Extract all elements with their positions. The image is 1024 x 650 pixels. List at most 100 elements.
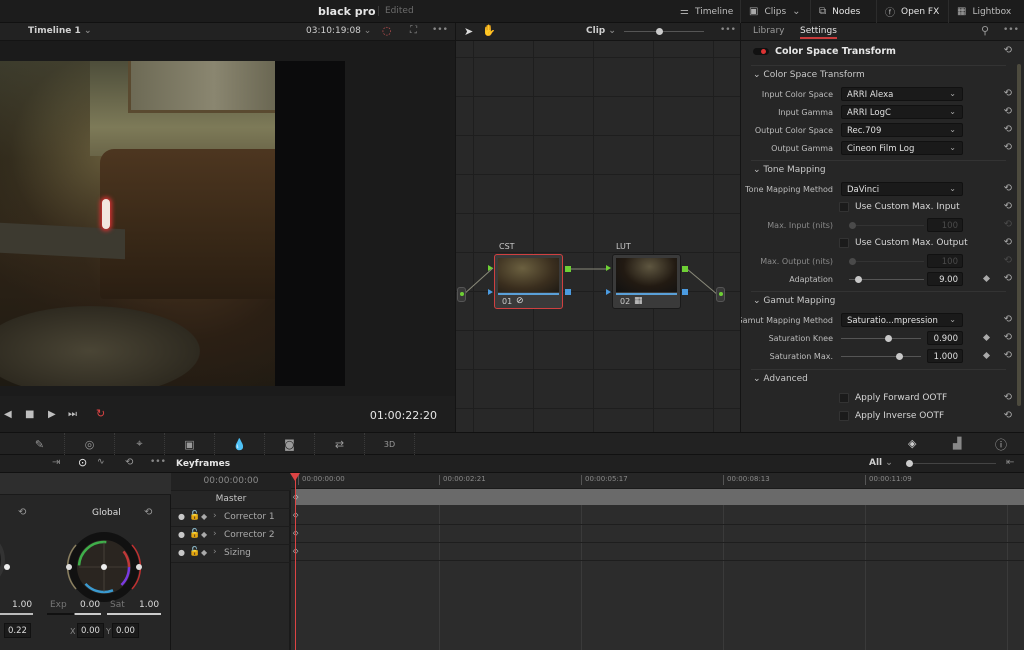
info-icon[interactable]: ⓘ xyxy=(995,436,1007,453)
viewer-image[interactable] xyxy=(0,61,345,386)
reset-icon[interactable]: ⟲ xyxy=(1004,332,1012,343)
saturation-max-knob[interactable] xyxy=(895,353,903,360)
reset-icon[interactable]: ⟲ xyxy=(1004,273,1012,284)
reset-icon[interactable]: ⟲ xyxy=(1004,410,1012,421)
reset-all-icon[interactable]: ⟲ xyxy=(1004,45,1012,56)
more-options-icon[interactable]: ••• xyxy=(150,457,166,467)
master-keyframe-bar[interactable] xyxy=(296,489,1024,505)
tab-settings[interactable]: Settings xyxy=(800,26,837,39)
node-input-key[interactable] xyxy=(488,289,493,295)
left-value[interactable]: 1.00 xyxy=(12,600,32,610)
nav-timeline[interactable]: ⚌ Timeline xyxy=(672,0,741,23)
effect-enable-toggle[interactable] xyxy=(753,48,769,55)
inverse-ootf-checkbox[interactable] xyxy=(839,411,849,421)
reset-icon[interactable]: ⟲ xyxy=(1004,237,1012,248)
next-clip-icon[interactable]: ⏭ xyxy=(68,409,77,420)
left-field[interactable]: 0.22 xyxy=(4,623,31,638)
keyframe-icon[interactable]: ◆ xyxy=(201,530,207,539)
nav-nodes[interactable]: ⧉ Nodes xyxy=(810,0,868,23)
timeline-selector[interactable]: Timeline 1 ⌄ xyxy=(28,26,91,36)
nav-openfx[interactable]: ⓕ Open FX xyxy=(876,0,947,23)
tone-mapping-method-select[interactable]: DaVinci ⌄ xyxy=(841,182,963,196)
chevron-right-icon[interactable]: › xyxy=(213,547,217,557)
nav-clips[interactable]: ▣ Clips ⌄ xyxy=(740,0,809,23)
node-input-rgb[interactable] xyxy=(488,265,493,271)
node-output-rgb[interactable] xyxy=(565,266,571,272)
reset-icon[interactable]: ⟲ xyxy=(1004,106,1012,117)
node-lut[interactable]: 02 ▦ xyxy=(612,254,681,309)
qualifier-icon[interactable]: ✎ xyxy=(15,433,65,455)
playhead[interactable] xyxy=(290,473,300,650)
lock-icon[interactable]: 🔓 xyxy=(189,529,200,539)
saturation-max-slider[interactable] xyxy=(841,353,921,360)
window-icon[interactable]: ◎ xyxy=(65,433,115,455)
exp-bar[interactable] xyxy=(47,613,101,615)
nav-lightbox[interactable]: ▦ Lightbox xyxy=(948,0,1019,23)
reset-icon[interactable]: ⟲ xyxy=(1004,201,1012,212)
reset-icon[interactable]: ⟲ xyxy=(125,457,133,468)
keyframe-icon[interactable]: ◆ xyxy=(201,548,207,557)
color-wheels-icon[interactable]: ⊙ xyxy=(78,456,87,469)
section-tone-mapping[interactable]: ⌄ Tone Mapping xyxy=(753,165,826,175)
tracker-icon[interactable]: ⌖ xyxy=(115,433,165,455)
3d-icon[interactable]: 3D xyxy=(365,433,415,455)
saturation-max-field[interactable]: 1.000 xyxy=(927,349,963,363)
magic-mask-icon[interactable]: ▣ xyxy=(165,433,215,455)
forward-ootf-checkbox[interactable] xyxy=(839,393,849,403)
fullscreen-icon[interactable]: ⛶ xyxy=(410,25,417,36)
node-output-rgb[interactable] xyxy=(682,266,688,272)
panel-toggle-icon[interactable]: ⇥ xyxy=(52,457,60,468)
stop-icon[interactable]: ■ xyxy=(25,409,34,420)
section-advanced[interactable]: ⌄ Advanced xyxy=(753,374,808,384)
input-node[interactable] xyxy=(457,287,466,302)
track-corrector-2[interactable]: ● 🔓 ◆ › Corrector 2 xyxy=(171,527,291,545)
saturation-knee-knob[interactable] xyxy=(884,335,892,342)
waveform-icon[interactable]: ∿ xyxy=(97,457,105,467)
keyframe-icon[interactable] xyxy=(982,351,991,360)
highlight-toggle-icon[interactable]: ◌ xyxy=(382,24,392,37)
keyframe-icon[interactable]: ◆ xyxy=(201,512,207,521)
key-icon[interactable]: ◙ xyxy=(265,433,315,455)
timeline-ruler[interactable]: 00:00:00:00 00:00:02:21 00:00:05:17 00:0… xyxy=(291,473,1024,489)
reset-icon[interactable]: ⟲ xyxy=(1004,124,1012,135)
keyframe-icon[interactable] xyxy=(982,274,991,283)
track-corrector-1[interactable]: ● 🔓 ◆ › Corrector 1 xyxy=(171,509,291,527)
keyframe-timeline[interactable]: 00:00:00:00 00:00:02:21 00:00:05:17 00:0… xyxy=(290,473,1024,650)
reset-icon[interactable]: ⟲ xyxy=(1004,314,1012,325)
keyframes-panel-icon[interactable]: ◈ xyxy=(908,437,916,450)
output-color-space-select[interactable]: Rec.709 ⌄ xyxy=(841,123,963,137)
play-icon[interactable]: ▶ xyxy=(48,409,56,420)
node-graph[interactable]: CST 01 ⊘ LUT 02 ▦ xyxy=(455,41,740,432)
gamut-mapping-method-select[interactable]: Saturatio...mpression ⌄ xyxy=(841,313,963,327)
more-options-icon[interactable]: ••• xyxy=(432,25,448,35)
keyframe-zoom-knob[interactable] xyxy=(906,460,913,467)
search-icon[interactable]: ⚲ xyxy=(981,24,989,37)
custom-max-output-checkbox[interactable] xyxy=(839,238,849,248)
adaptation-field[interactable]: 9.00 xyxy=(927,272,963,286)
node-zoom-slider[interactable] xyxy=(624,28,704,35)
adaptation-knob[interactable] xyxy=(855,276,863,283)
node-output-key[interactable] xyxy=(565,289,571,295)
keyframe-zoom-slider[interactable] xyxy=(906,460,996,467)
more-options-icon[interactable]: ••• xyxy=(1003,25,1019,35)
node-output-key[interactable] xyxy=(682,289,688,295)
chevron-right-icon[interactable]: › xyxy=(213,529,217,539)
tab-library[interactable]: Library xyxy=(753,26,784,36)
chevron-right-icon[interactable]: › xyxy=(213,511,217,521)
collapse-panel-icon[interactable]: ⇤ xyxy=(1006,457,1014,468)
x-field[interactable]: 0.00 xyxy=(77,623,104,638)
reset-icon[interactable]: ⟲ xyxy=(1004,142,1012,153)
pointer-tool-icon[interactable]: ➤ xyxy=(464,25,473,38)
track-master[interactable]: Master xyxy=(171,491,291,509)
reset-icon[interactable]: ⟲ xyxy=(1004,183,1012,194)
sat-bar[interactable] xyxy=(107,613,161,615)
left-value-bar[interactable] xyxy=(0,613,33,615)
node-cst[interactable]: 01 ⊘ xyxy=(494,254,563,309)
lock-icon[interactable]: 🔓 xyxy=(189,547,200,557)
y-field[interactable]: 0.00 xyxy=(112,623,139,638)
node-mode-selector[interactable]: Clip ⌄ xyxy=(586,26,616,36)
visibility-icon[interactable]: ● xyxy=(178,530,185,539)
blur-icon[interactable]: 💧 xyxy=(215,433,265,455)
output-node[interactable] xyxy=(716,287,725,302)
adaptation-slider[interactable] xyxy=(849,276,924,283)
